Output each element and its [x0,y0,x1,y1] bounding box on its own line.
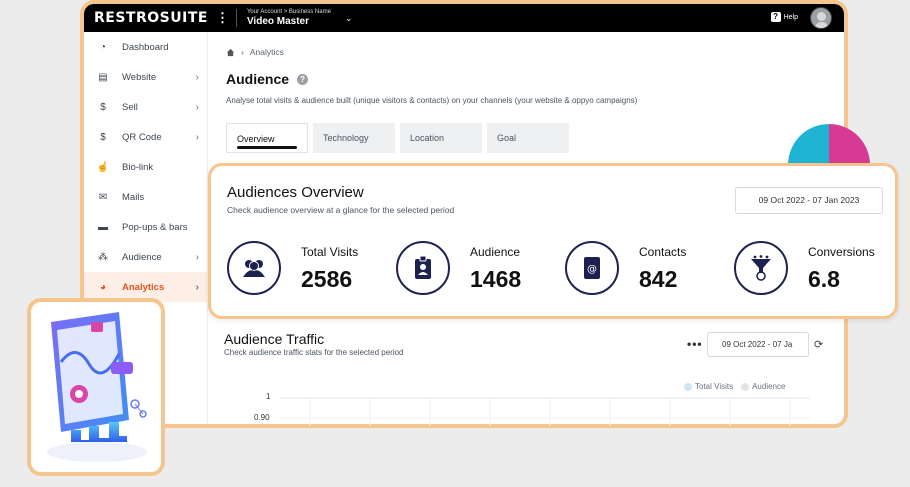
sidebar-item-label: Sell [122,101,138,113]
page-subtitle: Analyse total visits & audience built (u… [226,96,638,105]
popup-icon: ▬ [98,221,108,233]
question-icon[interactable]: ? [297,73,309,85]
sidebar-item-qr-code[interactable]: $ QR Code › [84,122,207,152]
traffic-subtitle: Check audience traffic stats for the sel… [224,348,404,357]
tab-location[interactable]: Location [400,123,482,153]
chevron-right-icon: › [195,281,199,293]
stat-label: Conversions [808,245,875,259]
analytics-illustration-icon [47,312,147,462]
sidebar-item-label: Mails [122,191,145,203]
funnel-icon [734,241,788,295]
sidebar-item-label: Website [122,71,157,83]
chevron-right-icon: › [195,101,199,113]
sidebar-item-popups[interactable]: ▬ Pop-ups & bars [84,212,207,242]
home-icon[interactable] [226,48,235,57]
svg-text:@: @ [587,264,597,275]
help-icon: ? [770,12,781,22]
stat-value: 1468 [470,266,522,292]
id-badge-icon [396,241,450,295]
chevron-down-icon[interactable]: ⌄ [345,13,353,24]
stat-label: Audience [470,245,521,259]
chevron-right-icon: › [195,131,199,143]
stat-value: 6.8 [808,266,840,292]
page-title: Audience ? [226,71,826,87]
brand-logo[interactable]: RESTROSUITE [94,10,208,26]
stat-value: 2586 [301,266,353,292]
account-breadcrumb: Your Account > Business Name [246,9,331,15]
audiences-overview-card: Audiences Overview Check audience overvi… [208,163,898,319]
stat-audience: Audience 1468 [396,241,521,295]
sidebar-item-label: Pop-ups & bars [122,221,188,233]
account-switcher[interactable]: Your Account > Business Name Video Maste… [235,9,331,27]
stat-label: Contacts [639,245,687,259]
date-range-picker[interactable]: 09 Oct 2022 - 07 Jan 2023 [735,187,883,214]
tab-overview[interactable]: Overview [226,123,308,153]
sidebar-item-bio-link[interactable]: ☝ Bio-link [84,152,207,182]
sidebar-item-dashboard[interactable]: ◔ Dashboard [84,32,207,62]
traffic-chart [280,397,810,426]
sidebar-item-label: Bio-link [122,161,154,173]
mail-icon: ✉ [98,191,108,203]
help-label: Help [783,13,798,21]
stat-conversions: Conversions 6.8 [734,241,875,295]
sidebar-item-label: QR Code [122,131,162,143]
chevron-right-icon: › [195,71,199,83]
tab-technology[interactable]: Technology [313,123,395,153]
menu-kebab-icon[interactable]: ⋮ [216,10,229,26]
traffic-title: Audience Traffic [224,331,325,347]
more-options-icon[interactable]: ••• [687,337,703,351]
sidebar-item-audience[interactable]: ⁂ Audience › [84,242,207,272]
bio-link-icon: ☝ [96,161,110,173]
sidebar-item-mails[interactable]: ✉ Mails [84,182,207,212]
top-bar: RESTROSUITE ⋮ Your Account > Business Na… [84,4,844,32]
breadcrumb-current: Analytics [249,47,284,57]
sidebar-item-label: Dashboard [122,41,169,53]
stat-total-visits: Total Visits 2586 [227,241,358,295]
analytics-icon: ◕ [99,281,107,293]
audience-icon: ⁂ [98,251,108,263]
contact-book-icon: @ [565,241,619,295]
account-name: Video Master [246,16,309,27]
breadcrumb: › Analytics [226,47,826,57]
dashboard-icon: ◔ [99,41,107,53]
chevron-right-icon: › [195,251,199,263]
sidebar-item-website[interactable]: ▤ Website › [84,62,207,92]
avatar[interactable] [810,7,832,29]
sidebar-item-label: Audience [122,251,162,263]
sidebar-item-label: Analytics [122,281,165,293]
website-icon: ▤ [98,71,108,83]
stat-value: 842 [639,266,678,292]
tab-goal[interactable]: Goal [487,123,569,153]
overview-title: Audiences Overview [227,184,364,201]
analytics-illustration-card [27,298,165,476]
tab-bar: Overview Technology Location Goal [226,123,826,153]
dollar-icon: $ [100,101,106,113]
page-title-text: Audience [226,71,290,87]
traffic-date-picker[interactable]: 09 Oct 2022 - 07 Ja [707,332,809,357]
overview-subtitle: Check audience overview at a glance for … [227,205,455,215]
refresh-icon[interactable]: ⟳ [814,338,823,351]
dollar-icon: $ [100,131,106,143]
breadcrumb-separator: › [241,47,244,57]
help-button[interactable]: ? Help [770,12,798,22]
stat-label: Total Visits [301,245,359,259]
sidebar-item-sell[interactable]: $ Sell › [84,92,207,122]
stat-contacts: @ Contacts 842 [565,241,686,295]
users-icon [227,241,281,295]
